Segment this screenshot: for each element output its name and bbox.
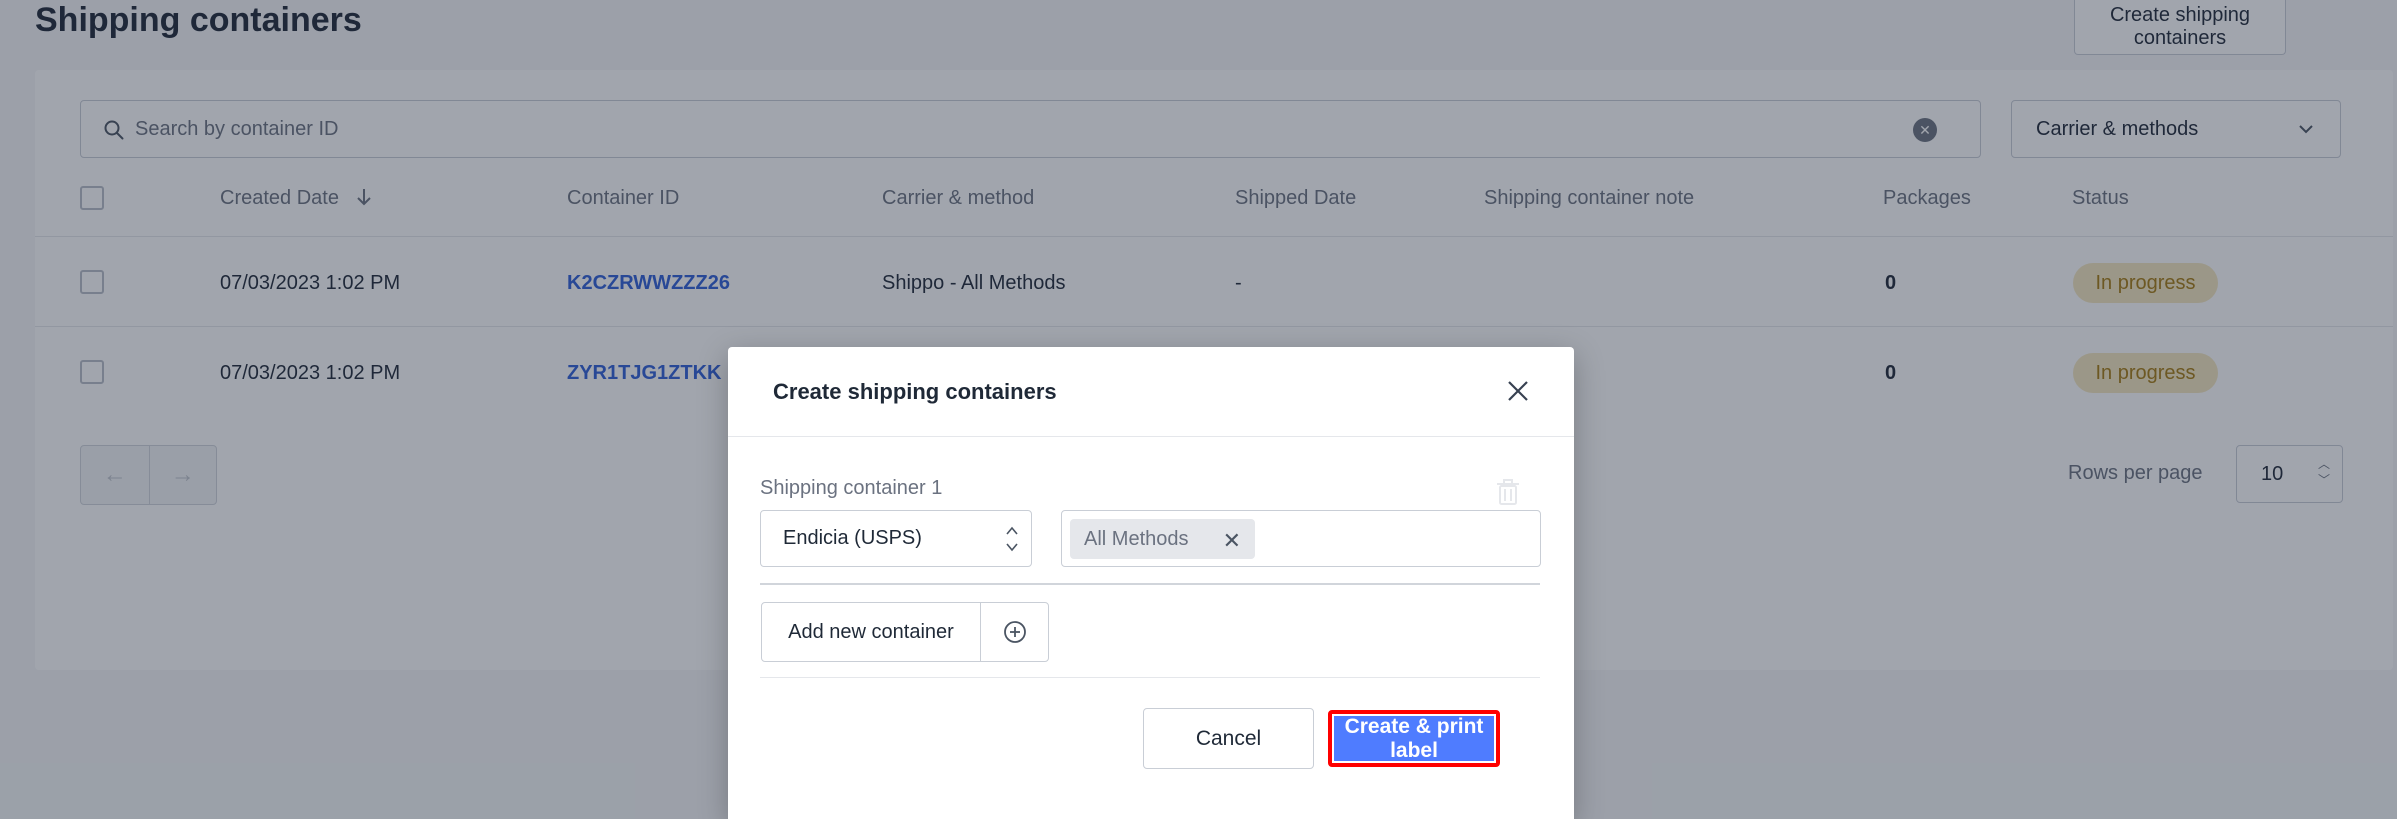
container-label: Shipping container 1 (760, 477, 943, 499)
modal-title: Create shipping containers (773, 379, 1057, 404)
add-new-container-label: Add new container (762, 603, 981, 661)
add-new-container-button[interactable]: Add new container (761, 602, 1049, 662)
modal-header-divider (728, 436, 1574, 437)
remove-chip-icon[interactable]: ✕ (1223, 528, 1241, 554)
plus-circle-icon[interactable] (981, 603, 1048, 661)
updown-icon (1006, 526, 1018, 552)
close-icon[interactable] (1504, 377, 1532, 405)
create-containers-modal: Create shipping containers Shipping cont… (728, 347, 1574, 819)
carrier-select[interactable]: Endicia (USPS) (760, 510, 1032, 567)
method-chip-label: All Methods (1084, 527, 1189, 550)
cancel-button[interactable]: Cancel (1143, 708, 1314, 769)
container-divider (760, 583, 1540, 585)
create-print-label-button[interactable]: Create & print label (1328, 710, 1500, 767)
trash-icon[interactable] (1494, 477, 1522, 507)
method-chip: All Methods ✕ (1070, 519, 1255, 559)
carrier-select-value: Endicia (USPS) (783, 527, 922, 549)
modal-footer-divider (760, 677, 1540, 678)
methods-multiselect[interactable]: All Methods ✕ (1061, 510, 1541, 567)
